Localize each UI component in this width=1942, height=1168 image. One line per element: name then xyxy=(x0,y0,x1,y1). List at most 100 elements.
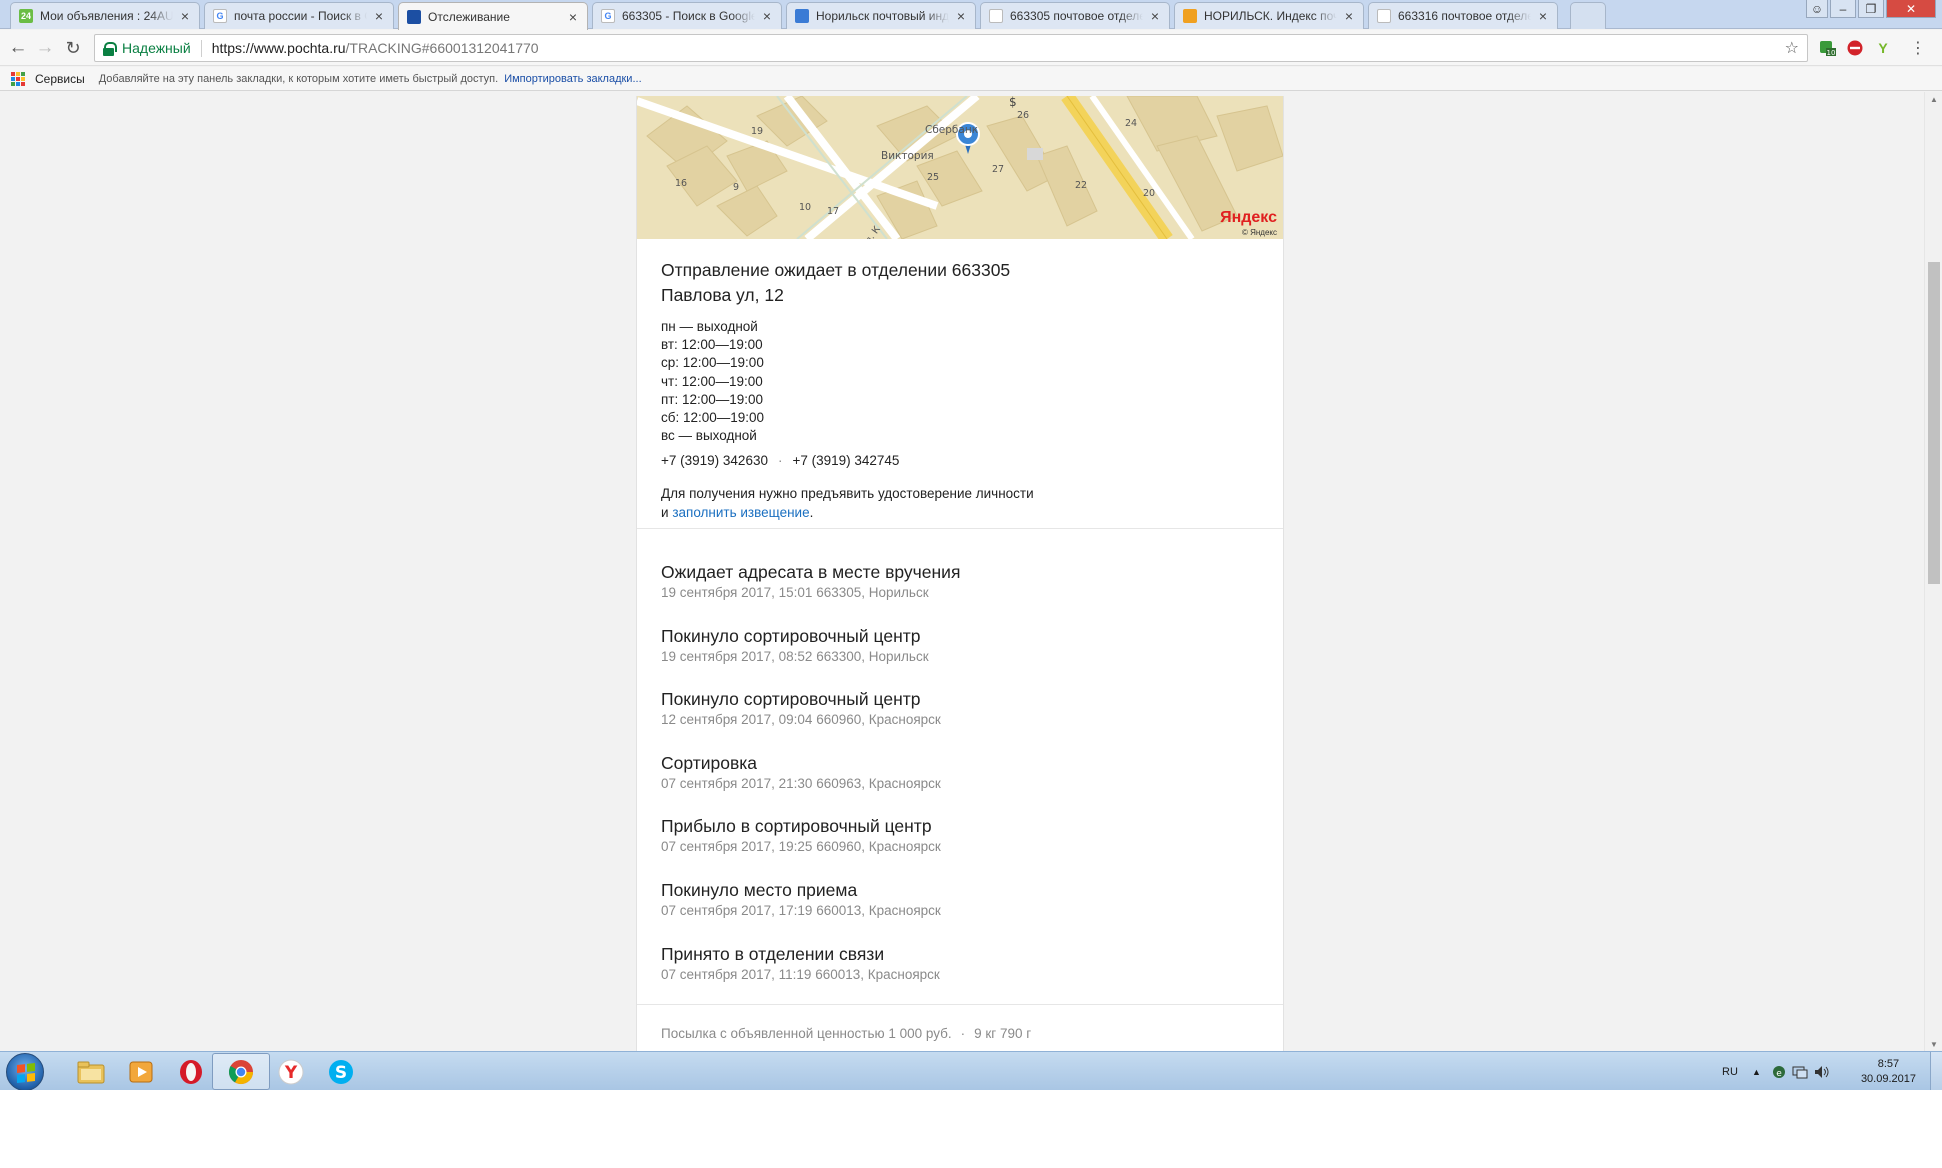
tab-title: 663316 почтовое отделение xyxy=(1398,9,1531,23)
clock-date: 30.09.2017 xyxy=(1860,1073,1916,1085)
office-map[interactable]: $ Сбербанк Виктория 19 16 9 10 17 25 27 26 24 22 20 у… xyxy=(637,96,1283,239)
tab-close-icon[interactable]: × xyxy=(1149,9,1161,23)
browser-tab[interactable]: НОРИЛЬСК. Индекс почты × xyxy=(1174,2,1364,29)
tab-favicon-icon xyxy=(1183,9,1197,23)
clock-time: 8:57 xyxy=(1877,1058,1900,1070)
parcel-description: Посылка с объявленной ценностью 1 000 ру… xyxy=(661,1026,952,1041)
yandex-extension-icon[interactable]: Y xyxy=(1874,39,1892,57)
apps-grid-icon[interactable] xyxy=(11,71,25,86)
import-bookmarks-link[interactable]: Импортировать закладки... xyxy=(504,73,641,85)
history-event: Ожидает адресата в месте вручения xyxy=(661,562,961,582)
reload-button[interactable]: ↻ xyxy=(61,36,85,60)
apps-label[interactable]: Сервисы xyxy=(35,72,85,86)
close-window-button[interactable]: ✕ xyxy=(1886,0,1936,18)
scroll-down-arrow[interactable]: ▼ xyxy=(1925,1037,1942,1051)
windows-taskbar: Y S RU ▲ e 8:57 30.09.2017 xyxy=(0,1051,1942,1090)
tab-close-icon[interactable]: × xyxy=(567,10,579,24)
browser-tab[interactable]: G 663305 - Поиск в Google × xyxy=(592,2,782,29)
adblock-icon[interactable] xyxy=(1846,39,1864,57)
tab-close-icon[interactable]: × xyxy=(761,9,773,23)
scroll-up-arrow[interactable]: ▲ xyxy=(1925,92,1942,106)
menu-icon[interactable]: ⋮ xyxy=(1909,39,1927,57)
tab-close-icon[interactable]: × xyxy=(955,9,967,23)
tab-close-icon[interactable]: × xyxy=(179,9,191,23)
tab-favicon-icon: 24 xyxy=(19,9,33,23)
map-label: 24 xyxy=(1125,118,1138,129)
maximize-button[interactable]: ❐ xyxy=(1858,0,1884,18)
system-clock[interactable]: 8:57 30.09.2017 xyxy=(1861,1057,1916,1087)
bookmarks-hint: Добавляйте на эту панель закладки, к кот… xyxy=(98,72,499,85)
history-event: Покинуло сортировочный центр xyxy=(661,625,921,646)
windows-logo-icon xyxy=(17,1063,35,1083)
network-icon[interactable] xyxy=(1792,1052,1808,1090)
svg-text:$: $ xyxy=(1009,96,1017,109)
page-viewport: $ Сбербанк Виктория 19 16 9 10 17 25 27 26 24 22 20 у… xyxy=(0,92,1924,1051)
office-address: Павлова ул, 12 xyxy=(661,285,784,305)
volume-icon[interactable] xyxy=(1814,1052,1830,1090)
back-button[interactable]: ← xyxy=(6,36,30,60)
tab-title: 663305 почтовое отделение xyxy=(1010,9,1143,23)
tray-app-icon[interactable]: e xyxy=(1772,1052,1786,1090)
tab-close-icon[interactable]: × xyxy=(373,9,385,23)
map-label: 10 xyxy=(799,202,812,213)
history-event: Прибыло в сортировочный центр xyxy=(661,816,932,837)
browser-tab[interactable]: 663316 почтовое отделение × xyxy=(1368,2,1558,29)
history-item: Покинуло сортировочный центр 19 сентября … xyxy=(661,624,1261,688)
office-hours-row: сб: 12:00—19:00 xyxy=(661,410,765,426)
history-details: 07 сентября 2017, 19:25 660960, Краснояр… xyxy=(661,839,941,855)
pickup-note-suffix: . xyxy=(809,504,814,520)
phone-2[interactable]: +7 (3919) 342745 xyxy=(792,451,899,471)
map-label: 25 xyxy=(927,172,940,183)
extension-shield-icon[interactable]: 10 xyxy=(1818,39,1836,57)
history-details: 07 сентября 2017, 21:30 660963, Краснояр… xyxy=(661,775,941,791)
tab-close-icon[interactable]: × xyxy=(1343,9,1355,23)
phone-1[interactable]: +7 (3919) 342630 xyxy=(661,451,768,471)
skype-taskbar-icon[interactable]: S xyxy=(312,1053,370,1090)
tracking-card: $ Сбербанк Виктория 19 16 9 10 17 25 27 26 24 22 20 у… xyxy=(636,96,1284,1051)
start-button[interactable] xyxy=(6,1053,44,1090)
tab-favicon-icon: G xyxy=(601,9,615,23)
map-label: 19 xyxy=(751,126,764,137)
tab-favicon-icon xyxy=(989,9,1003,23)
tray-expand-icon[interactable]: ▲ xyxy=(1752,1052,1761,1090)
show-desktop-button[interactable] xyxy=(1930,1052,1942,1090)
office-hours-row: ср: 12:00—19:00 xyxy=(661,355,764,371)
map-label: 20 xyxy=(1143,188,1156,199)
tab-close-icon[interactable]: × xyxy=(1537,9,1549,23)
phone-separator: · xyxy=(777,453,783,469)
history-item: Принято в отделении связи 07 сентября 201… xyxy=(661,942,1261,1006)
office-hours-row: чт: 12:00—19:00 xyxy=(661,373,763,389)
history-item: Прибыло в сортировочный центр 07 сентября… xyxy=(661,814,1261,878)
svg-text:e: e xyxy=(1776,1069,1782,1079)
tab-title: почта россии - Поиск в Google xyxy=(234,9,367,23)
fill-notice-link[interactable]: заполнить извещение xyxy=(672,505,809,520)
scrollbar-thumb[interactable] xyxy=(1928,262,1940,584)
history-event: Сортировка xyxy=(661,752,758,773)
svg-text:S: S xyxy=(335,1063,347,1083)
browser-tab[interactable]: Gпочта россии - Поиск в Google × xyxy=(204,2,394,29)
browser-tab[interactable]: Норильск почтовый индекс × xyxy=(786,2,976,29)
browser-tab[interactable]: 24 Мои объявления : 24AU × xyxy=(10,2,200,29)
minimize-button[interactable]: – xyxy=(1830,0,1856,18)
office-hours: пн — выходной вт: 12:00—19:00 ср: 12:00—19… xyxy=(661,318,1261,445)
page-scrollbar[interactable]: ▲ ▼ xyxy=(1924,92,1942,1051)
forward-button[interactable]: → xyxy=(33,36,57,60)
history-item: Ожидает адресата в месте вручения 19 сент… xyxy=(661,560,1261,624)
parcel-summary: Посылка с объявленной ценностью 1 000 ру… xyxy=(661,1026,1031,1041)
map-label: Виктория xyxy=(881,150,934,162)
map-label: 9 xyxy=(733,182,740,193)
profile-icon[interactable]: ☺ xyxy=(1806,0,1828,18)
svg-text:Y: Y xyxy=(284,1063,298,1083)
url-host: https://www.pochta.ru xyxy=(211,40,346,56)
address-bar[interactable]: Надежный https://www.pochta.ru/TRACKING#… xyxy=(94,34,1808,62)
browser-tab[interactable]: Отслеживание × xyxy=(398,2,588,30)
bookmark-star-icon[interactable]: ☆ xyxy=(1785,38,1799,58)
new-tab-button[interactable] xyxy=(1570,2,1606,29)
browser-tab[interactable]: 663305 почтовое отделение × xyxy=(980,2,1170,29)
tab-favicon-icon: G xyxy=(213,9,227,23)
map-label: 17 xyxy=(827,206,840,217)
history-details: 19 сентября 2017, 08:52 663300, Норильск xyxy=(661,648,929,664)
secure-label: Надежный xyxy=(122,40,191,56)
office-status: Отправление ожидает в отделении 663305 xyxy=(661,260,1011,280)
language-indicator[interactable]: RU xyxy=(1722,1052,1738,1090)
